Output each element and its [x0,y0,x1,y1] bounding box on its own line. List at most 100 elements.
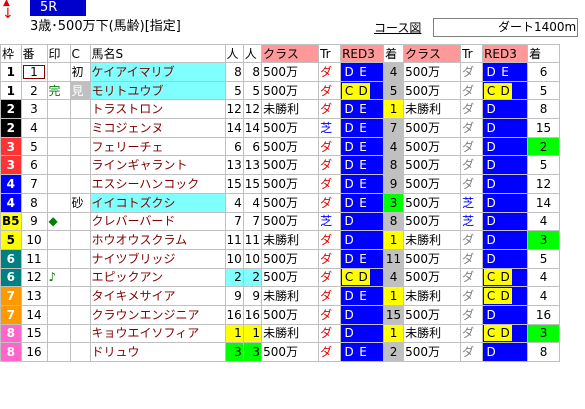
horse-number: 1 [20,62,48,82]
waku-cell: 2 [0,99,22,120]
horse-name[interactable]: エスシーハンコック [89,174,226,194]
horse-name[interactable]: キョウエイソフィア [89,323,226,344]
horse-name[interactable]: モリトユウブ [89,80,226,101]
horse-name[interactable]: イイコトズクシ [89,192,226,213]
comment-cell [69,155,91,176]
track-cell: ダ [460,62,484,82]
horse-name[interactable]: ケイアイマリブ [89,62,226,82]
finish-cell: 4 [527,286,561,306]
red3-grade: E [359,289,367,304]
horse-name[interactable]: ナイツブリッジ [89,248,226,269]
header-cell: Tr [460,44,484,63]
table-row[interactable]: 5 10 ホウオウスクラム 11 11 未勝利ダ D 1 未勝利ダ D 3 [0,230,561,250]
table-row[interactable]: 3 6 ラインギャラント 13 13 500万ダ D E 8 500万ダ D 5 [0,155,561,176]
comment-cell [69,304,91,325]
table-row[interactable]: 2 3 トラストロン 12 12 未勝利ダ D E 1 未勝利ダ D 8 [0,99,561,120]
popularity-cell: 11 [224,230,244,250]
popularity-cell: 15 [224,174,244,194]
waku-cell: 7 [0,304,22,325]
red3-grade: E [359,158,367,173]
popularity-cell: 14 [224,118,244,138]
horse-name[interactable]: トラストロン [89,99,226,120]
arrow-down-icon[interactable]: ↓ [2,6,14,22]
horse-name[interactable]: ドリュウ [89,342,226,362]
table-row[interactable]: 7 14 クラウンエンジニア 16 16 500万ダ D 15 500万ダ D 16 [0,304,561,325]
table-row[interactable]: 1 1 初ケイアイマリブ 8 8 500万ダ D E 4 500万ダ D E 6 [0,62,561,82]
class-cell: 500万 [261,211,320,232]
horse-name[interactable]: フェリーチェ [89,136,226,157]
horse-name[interactable]: エピックアン [89,267,226,288]
popularity-cell: 16 [224,304,244,325]
comment-cell [69,286,91,306]
track-cell: ダ [460,230,484,250]
table-row[interactable]: 7 13 タイキメサイア 9 9 未勝利ダ D E 1 未勝利ダ C D 4 [0,286,561,306]
red3-cell: DE [482,62,529,82]
red3-grade: C [484,325,499,342]
mark-cell [46,174,71,194]
finish-cell: 9 [383,174,405,194]
mark-cell [46,323,71,344]
red3-cell: DE [340,192,385,213]
waku-cell: 6 [0,267,22,288]
race-condition: 3歳･500万下(馬齢)[指定] [30,19,181,34]
header-cell: クラス [403,44,462,63]
track-cell: 芝 [318,118,342,138]
horse-number: 9 [20,211,48,232]
waku-cell: 7 [0,286,22,306]
red3-cell: D [482,342,529,362]
class-cell: 500万 [261,342,320,362]
table-row[interactable]: 8 15 キョウエイソフィア 1 1 未勝利ダ D 1 未勝利ダ C D 3 [0,323,561,344]
comment-cell [69,118,91,138]
table-row[interactable]: 4 8 砂イイコトズクシ 4 4 500万ダ D E 3 500万芝 D 14 [0,192,561,213]
horse-number: 5 [20,136,48,157]
class-cell: 500万 [261,136,320,157]
horse-name[interactable]: ミコジェンヌ [89,118,226,138]
comment-cell [69,267,91,288]
finish-cell: 4 [383,62,405,82]
red3-cell: D [340,211,385,232]
table-row[interactable]: 8 16 ドリュウ 3 3 500万ダ D E 2 500万ダ D 8 [0,342,561,362]
mark-cell: ♪ [46,267,71,288]
table-row[interactable]: 2 4 ミコジェンヌ 14 14 500万芝 D E 7 500万ダ D 15 [0,118,561,138]
horse-name[interactable]: ラインギャラント [89,155,226,176]
horse-number: 16 [20,342,48,362]
table-row[interactable]: 6 12 ♪ エピックアン 2 2 500万ダ C D 4 500万ダ C D 4 [0,267,561,288]
finish-cell: 5 [527,248,561,269]
course-map-link[interactable]: コース図 [374,21,421,35]
horse-name[interactable]: ホウオウスクラム [89,230,226,250]
red3-grade: D [344,307,354,322]
class-cell: 500万 [261,304,320,325]
class-cell: 500万 [403,211,462,232]
finish-cell: 8 [383,155,405,176]
red3-cell: D [482,248,529,269]
class-cell: 未勝利 [403,286,462,306]
waku-cell: 5 [0,230,22,250]
table-row[interactable]: 1 2 完見モリトユウブ 5 5 500万ダ C D 5 500万ダ C D 5 [0,80,561,101]
waku-cell: 4 [0,192,22,213]
red3-grade: D [356,269,371,286]
table-row[interactable]: 3 5 フェリーチェ 6 6 500万ダ D E 4 500万ダ D 2 [0,136,561,157]
popularity-cell: 8 [224,62,244,82]
finish-cell: 12 [527,174,561,194]
comment-cell [69,230,91,250]
class-cell: 500万 [403,155,462,176]
class-cell: 500万 [403,248,462,269]
table-row[interactable]: 4 7 エスシーハンコック 15 15 500万ダ D E 9 500万ダ D 12 [0,174,561,194]
horse-name[interactable]: タイキメサイア [89,286,226,306]
comment-cell: 見 [69,80,91,101]
red3-grade: D [344,176,354,191]
red3-grade: E [359,120,367,135]
horse-number: 11 [20,248,48,269]
class-cell: 500万 [261,62,320,82]
finish-cell: 11 [383,248,405,269]
table-row[interactable]: 6 11 ナイツブリッジ 10 10 500万ダ D E 11 500万ダ D 5 [0,248,561,269]
waku-cell: 4 [0,174,22,194]
table-header: 枠 番 印 C 馬名S 人 人 クラス Tr RED3 着 クラス Tr RED… [0,44,561,63]
horse-name[interactable]: クラウンエンジニア [89,304,226,325]
table-row[interactable]: B5 9 ◆ クレバーバード 7 7 500万芝 D 8 500万芝 D 4 [0,211,561,232]
horse-number: 15 [20,323,48,344]
horse-name[interactable]: クレバーバード [89,211,226,232]
red3-grade: D [486,195,496,210]
popularity-cell: 7 [224,211,244,232]
comment-cell [69,342,91,362]
